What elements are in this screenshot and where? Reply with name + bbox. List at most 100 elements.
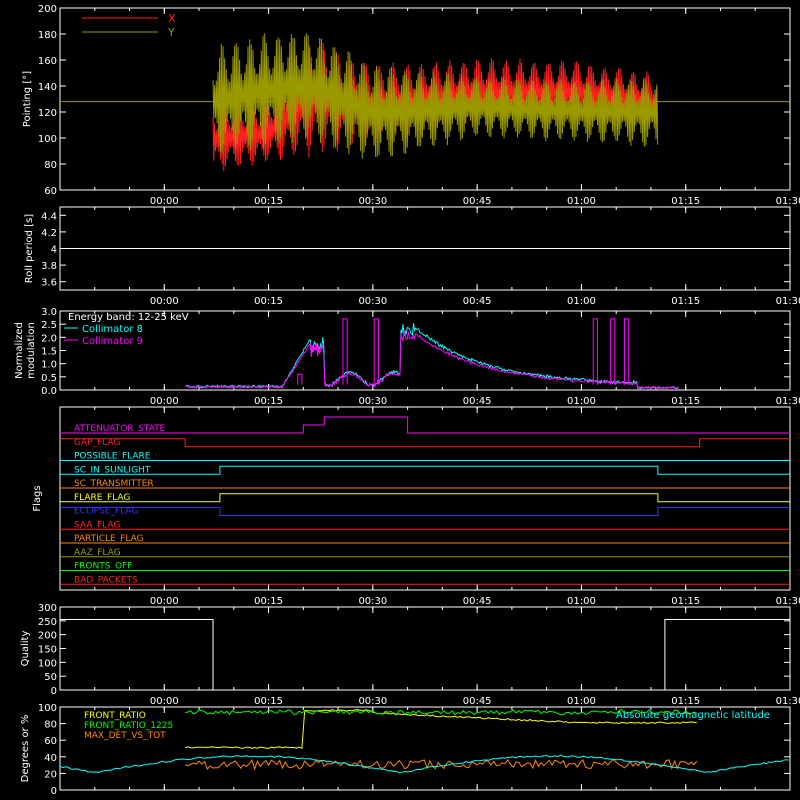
modulation-spike xyxy=(624,318,630,385)
modulation-xtick-label: 01:30 xyxy=(776,396,800,407)
roll-xtick-label: 00:15 xyxy=(254,296,283,307)
modulation-spike xyxy=(610,318,616,385)
quality-xtick-label: 00:30 xyxy=(358,696,387,707)
modulation-legend-title: Energy band: 12-25 keV xyxy=(68,312,189,323)
modulation-spike xyxy=(373,318,379,385)
modulation-ytick-label: 2.5 xyxy=(41,320,57,331)
modulation-ytick-label: 2.0 xyxy=(41,333,57,344)
degrees-ytick-label: 100 xyxy=(38,703,57,714)
roll-xtick-label: 00:30 xyxy=(358,296,387,307)
flag-line-attenuator-state xyxy=(60,416,790,434)
pointing-ytick-label: 120 xyxy=(38,108,57,119)
roll-xtick-label: 01:30 xyxy=(776,296,800,307)
modulation-legend-9: Collimator 9 xyxy=(82,336,143,347)
quality-ytick-label: 50 xyxy=(44,672,57,683)
flag-line-sc-in-sunlight xyxy=(60,465,790,475)
pointing-ytick-label: 160 xyxy=(38,56,57,67)
flag-line-gap-flag xyxy=(60,438,790,448)
degrees-ytick-label: 80 xyxy=(44,720,57,731)
quality-ytick-label: 100 xyxy=(38,658,57,669)
degrees-ytick-label: 40 xyxy=(44,753,57,764)
modulation-xtick-label: 01:00 xyxy=(567,396,596,407)
pointing-legend-y: Y xyxy=(167,26,175,39)
degrees-legend-1: FRONT_RATIO_1225 xyxy=(84,721,173,731)
quality-ytick-label: 300 xyxy=(38,603,57,614)
roll-xtick-label: 00:00 xyxy=(150,296,179,307)
quality-xtick-label: 01:00 xyxy=(567,696,596,707)
quality-ytick-label: 150 xyxy=(38,645,57,656)
modulation-xtick-label: 00:45 xyxy=(463,396,492,407)
pointing-xtick-label: 01:30 xyxy=(776,196,800,207)
modulation-series-8 xyxy=(184,323,679,390)
modulation-spike xyxy=(297,373,303,385)
flags-ylabel: Flags xyxy=(32,485,43,511)
roll-ytick-label: 4 xyxy=(51,245,57,256)
degrees-legend-3: Absolute geomagnetic latitude xyxy=(616,710,770,721)
flag-line-eclipse-flag xyxy=(60,507,790,516)
roll-xtick-label: 01:00 xyxy=(567,296,596,307)
modulation-legend-8: Collimator 8 xyxy=(82,324,143,335)
degrees-ytick-label: 60 xyxy=(44,736,57,747)
pointing-ytick-label: 200 xyxy=(38,4,57,15)
pointing-ytick-label: 100 xyxy=(38,134,57,145)
pointing-xtick-label: 00:00 xyxy=(150,196,179,207)
quality-ytick-label: 250 xyxy=(38,617,57,628)
pointing-xtick-label: 00:30 xyxy=(358,196,387,207)
modulation-spike xyxy=(342,318,348,385)
pointing-xtick-label: 01:15 xyxy=(671,196,700,207)
modulation-ytick-label: 0.0 xyxy=(41,386,57,397)
pointing-xtick-label: 01:00 xyxy=(567,196,596,207)
degrees-legend-0: FRONT_RATIO xyxy=(84,711,146,721)
roll-ytick-label: 3.6 xyxy=(41,278,57,289)
pointing-ytick-label: 140 xyxy=(38,82,57,93)
roll-ylabel: Roll period [s] xyxy=(24,214,35,283)
quality-ytick-label: 200 xyxy=(38,631,57,642)
degrees-series-2 xyxy=(184,758,698,771)
quality-xtick-label: 01:15 xyxy=(671,696,700,707)
modulation-spike xyxy=(592,318,598,385)
flags-xtick-label: 01:00 xyxy=(567,596,596,607)
flags-xtick-label: 00:00 xyxy=(150,596,179,607)
hessi-quicklook-chart: 00:00 00:15 00:30 00:45 01:00 01:15 01:30 60 80 1… xyxy=(14,4,800,797)
degrees-ylabel: Degrees or % xyxy=(20,715,31,783)
modulation-ytick-label: 1.0 xyxy=(41,360,57,371)
pointing-legend-x: X xyxy=(168,12,176,25)
roll-ytick-label: 4.4 xyxy=(41,211,57,222)
roll-xtick-label: 00:45 xyxy=(463,296,492,307)
quality-xtick-label: 01:30 xyxy=(776,696,800,707)
quality-series xyxy=(60,619,790,691)
flags-xtick-label: 00:45 xyxy=(463,596,492,607)
pointing-ytick-label: 180 xyxy=(38,30,57,41)
quality-ylabel: Quality xyxy=(20,631,31,667)
quality-ytick-label: 0 xyxy=(51,686,57,697)
modulation-ytick-label: 1.5 xyxy=(41,347,57,358)
pointing-ytick-label: 60 xyxy=(44,186,57,197)
modulation-xtick-label: 00:00 xyxy=(150,396,179,407)
degrees-ytick-label: 0 xyxy=(51,786,57,797)
flag-line-flare-flag xyxy=(60,493,790,503)
quality-xtick-label: 00:15 xyxy=(254,696,283,707)
roll-ytick-label: 4.2 xyxy=(41,228,57,239)
quality-xtick-label: 00:45 xyxy=(463,696,492,707)
flags-xtick-label: 00:30 xyxy=(358,596,387,607)
modulation-ylabel-2: modulation xyxy=(26,322,37,379)
flags-frame xyxy=(59,406,791,591)
pointing-ytick-label: 80 xyxy=(44,160,57,171)
roll-xtick-label: 01:15 xyxy=(671,296,700,307)
flags-xtick-label: 00:15 xyxy=(254,596,283,607)
flags-xtick-label: 01:30 xyxy=(776,596,800,607)
quality-xtick-label: 00:00 xyxy=(150,696,179,707)
flags-xtick-label: 01:15 xyxy=(671,596,700,607)
modulation-xtick-label: 00:15 xyxy=(254,396,283,407)
degrees-ytick-label: 20 xyxy=(44,769,57,780)
pointing-xtick-label: 00:15 xyxy=(254,196,283,207)
modulation-xtick-label: 00:30 xyxy=(358,396,387,407)
pointing-ylabel: Pointing [°] xyxy=(22,71,33,127)
modulation-xtick-label: 01:15 xyxy=(671,396,700,407)
modulation-ytick-label: 0.5 xyxy=(41,373,57,384)
degrees-legend-2: MAX_DET_VS_TOT xyxy=(84,731,166,741)
modulation-ylabel-1: Normalized xyxy=(14,322,25,379)
roll-ytick-label: 3.8 xyxy=(41,261,57,272)
modulation-ytick-label: 3.0 xyxy=(41,307,57,318)
pointing-xtick-label: 00:45 xyxy=(463,196,492,207)
